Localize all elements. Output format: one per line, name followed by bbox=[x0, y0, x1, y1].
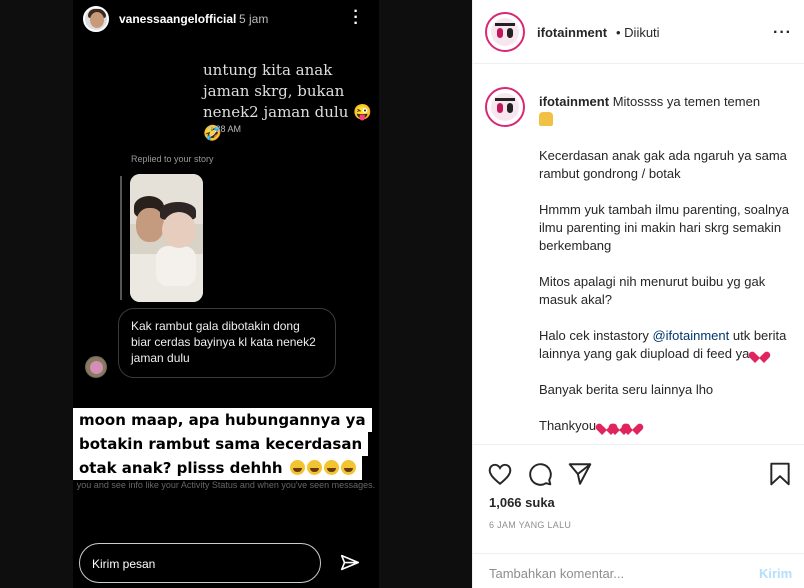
more-icon[interactable]: ··· bbox=[353, 4, 359, 32]
laugh-emoji bbox=[306, 460, 322, 475]
caption-paragraph: Banyak berita seru lainnya lho bbox=[539, 382, 714, 397]
account-name[interactable]: ifotainment bbox=[537, 25, 607, 40]
heart-emoji bbox=[626, 419, 639, 431]
share-icon[interactable] bbox=[567, 461, 593, 487]
post-time: 6 JAM YANG LALU bbox=[489, 520, 572, 530]
caption-mention-pre: Halo cek instastory bbox=[539, 328, 649, 343]
overlay-line: moon maap, apa hubungannya ya bbox=[73, 408, 372, 432]
reply-bar bbox=[120, 176, 122, 300]
caption-paragraph: Mitos apalagi nih menurut buibu yg gak m… bbox=[539, 274, 766, 307]
story-time: 5 jam bbox=[239, 12, 269, 26]
heart-emoji bbox=[753, 347, 766, 359]
follow-status[interactable]: • Diikuti bbox=[616, 25, 660, 40]
caption-avatar[interactable] bbox=[485, 87, 525, 127]
caption-paragraph: Kecerdasan anak gak ada ngaruh ya sama r… bbox=[539, 148, 787, 181]
account-avatar[interactable] bbox=[485, 12, 525, 52]
caption-text: ifotainment Mitossss ya temen temen Kece… bbox=[539, 93, 795, 443]
post-panel: ifotainment • Diikuti ··· ifotainment Mi… bbox=[472, 0, 804, 588]
laugh-emoji bbox=[340, 460, 356, 475]
story-viewer: vanessaangelofficial 5 jam · · · untung ki… bbox=[0, 0, 472, 588]
commenter-avatar bbox=[85, 356, 107, 378]
heart-icon[interactable] bbox=[487, 461, 513, 487]
caption-paragraph: Hmmm yuk tambah ilmu parenting, soalnya … bbox=[539, 202, 789, 253]
story-overlay-text: moon maap, apa hubungannya ya botakin ra… bbox=[73, 408, 379, 480]
story-avatar[interactable] bbox=[83, 6, 109, 32]
comment-input[interactable]: Tambahkan komentar... bbox=[489, 566, 624, 581]
replied-story-thumbnail[interactable] bbox=[130, 174, 203, 302]
caption-account[interactable]: ifotainment bbox=[539, 94, 609, 109]
overlay-line-3: otak anak? plisss dehhh bbox=[73, 456, 362, 480]
caption-area: ifotainment Mitossss ya temen temen Kece… bbox=[473, 65, 804, 443]
more-icon[interactable]: ··· bbox=[773, 24, 792, 42]
send-icon[interactable] bbox=[339, 552, 361, 574]
mention-link[interactable]: @ifotainment bbox=[652, 328, 729, 343]
story-username[interactable]: vanessaangelofficial bbox=[119, 12, 236, 26]
caption-thanks: Thankyou bbox=[539, 418, 597, 433]
story-frame: vanessaangelofficial 5 jam · · · untung ki… bbox=[73, 0, 379, 588]
message-input[interactable]: Kirim pesan bbox=[79, 543, 321, 583]
activity-status-note: you and see info like your Activity Stat… bbox=[76, 480, 376, 490]
comment-box: Tambahkan komentar... Kirim bbox=[473, 553, 804, 588]
replied-label: Replied to your story bbox=[131, 154, 214, 164]
overlay-line: botakin rambut sama kecerdasan bbox=[73, 432, 369, 456]
dm-time: 9:38 AM bbox=[208, 124, 242, 134]
laugh-emoji bbox=[323, 460, 339, 475]
post-header: ifotainment • Diikuti ··· bbox=[473, 0, 804, 64]
comment-icon[interactable] bbox=[527, 461, 553, 487]
comment-bubble: Kak rambut gala dibotakin dong biar cerd… bbox=[118, 308, 336, 378]
save-icon[interactable] bbox=[767, 461, 793, 487]
laugh-emoji bbox=[289, 460, 305, 475]
post-actions: 1,066 suka 6 JAM YANG LALU Tambahkan kom… bbox=[473, 444, 804, 588]
story-header: vanessaangelofficial 5 jam · · · bbox=[73, 0, 379, 38]
caption-lead: Mitossss ya temen temen bbox=[612, 94, 761, 109]
post-comment-button[interactable]: Kirim bbox=[759, 566, 792, 581]
like-count[interactable]: 1,066 suka bbox=[489, 495, 555, 510]
pray-emoji bbox=[539, 112, 553, 126]
overlay-line: otak anak? plisss dehhh bbox=[79, 459, 283, 477]
